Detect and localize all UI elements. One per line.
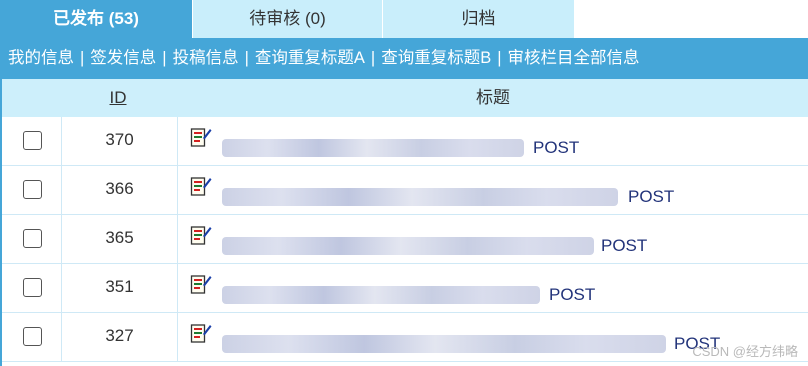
nav-separator: | [244, 49, 249, 67]
row-checkbox[interactable] [23, 327, 42, 346]
row-id: 370 [62, 117, 178, 165]
table-row: 351 POST [2, 264, 808, 313]
nav-separator: | [162, 49, 167, 67]
row-checkbox[interactable] [23, 278, 42, 297]
article-table-body: 370 POST 366 POST 365 POST 351 POST 327 … [2, 117, 808, 362]
edit-document-icon[interactable] [190, 126, 212, 148]
row-title-suffix[interactable]: POST [601, 236, 647, 256]
redacted-title[interactable] [222, 286, 540, 304]
redacted-title[interactable] [222, 139, 524, 157]
table-row: 365 POST [2, 215, 808, 264]
row-id: 351 [62, 264, 178, 312]
tab-pending-review[interactable]: 待审核 (0) [192, 0, 382, 38]
nav-issued-info-link[interactable]: 签发信息 [90, 49, 156, 67]
nav-review-all-info-link[interactable]: 审核栏目全部信息 [508, 49, 640, 67]
table-header: ID 标题 [2, 79, 808, 117]
watermark-text: CSDN @经方纬略 [692, 344, 798, 359]
nav-duplicate-title-b-link[interactable]: 查询重复标题B [381, 49, 491, 67]
nav-separator: | [370, 49, 376, 67]
edit-document-icon[interactable] [190, 224, 212, 246]
tab-archive[interactable]: 归档 [382, 0, 574, 38]
edit-document-icon[interactable] [190, 322, 212, 344]
nav-duplicate-title-a-link[interactable]: 查询重复标题A [255, 49, 365, 67]
redacted-title[interactable] [222, 188, 618, 206]
row-checkbox[interactable] [23, 180, 42, 199]
nav-separator: | [497, 49, 502, 67]
content-panel: 我的信息 | 签发信息 | 投稿信息 | 查询重复标题A | 查询重复标题B | 审核栏目全部信息 … [0, 38, 808, 366]
edit-document-icon[interactable] [190, 175, 212, 197]
tab-bar: 已发布 (53) 待审核 (0) 归档 [0, 0, 808, 38]
row-title-suffix[interactable]: POST [549, 285, 595, 305]
info-nav-bar: 我的信息 | 签发信息 | 投稿信息 | 查询重复标题A | 查询重复标题B | 审核栏目全部信息 [2, 38, 808, 79]
row-checkbox[interactable] [23, 229, 42, 248]
nav-separator: | [80, 49, 85, 67]
row-id: 365 [62, 215, 178, 263]
column-header-title: 标题 [476, 88, 510, 107]
nav-my-info-link[interactable]: 我的信息 [8, 49, 74, 67]
row-title-suffix[interactable]: POST [533, 138, 579, 158]
row-title-suffix[interactable]: POST [628, 187, 674, 207]
redacted-title[interactable] [222, 237, 594, 255]
table-row: 370 POST [2, 117, 808, 166]
row-checkbox[interactable] [23, 131, 42, 150]
redacted-title[interactable] [222, 335, 666, 353]
edit-document-icon[interactable] [190, 273, 212, 295]
column-header-id[interactable]: ID [110, 88, 127, 107]
table-row: 327 POST [2, 313, 808, 362]
row-id: 327 [62, 313, 178, 361]
table-row: 366 POST [2, 166, 808, 215]
row-id: 366 [62, 166, 178, 214]
nav-submitted-info-link[interactable]: 投稿信息 [173, 49, 239, 67]
tab-published[interactable]: 已发布 (53) [0, 0, 192, 38]
